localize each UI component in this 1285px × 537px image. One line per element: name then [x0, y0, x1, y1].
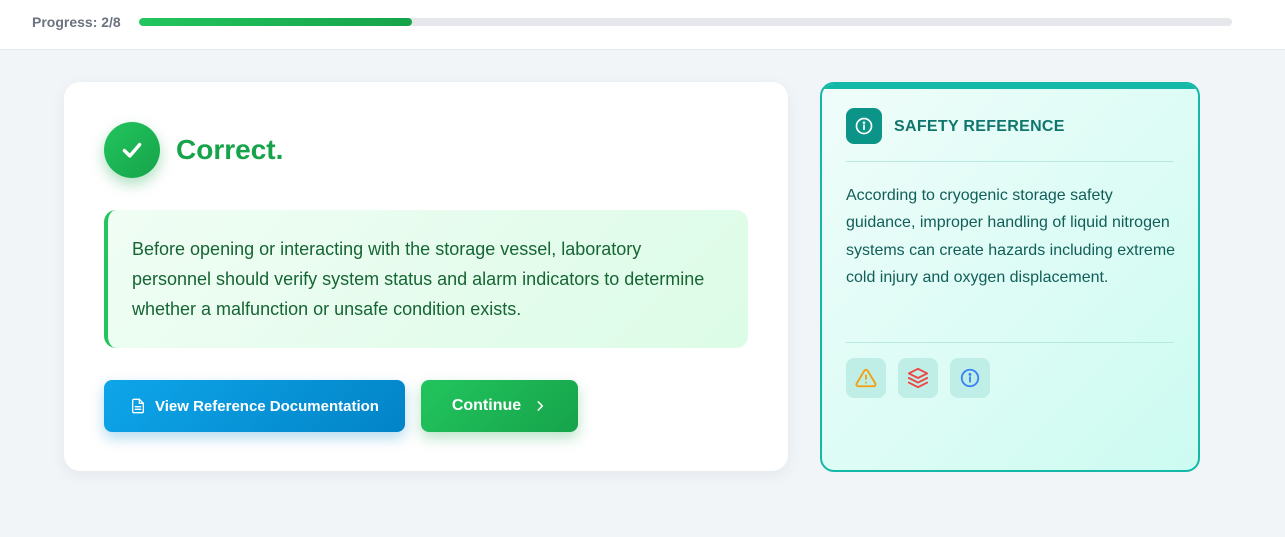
safety-reference-title: SAFETY REFERENCE: [894, 118, 1065, 135]
check-icon: [104, 122, 160, 178]
info-icon[interactable]: [950, 358, 990, 398]
progress-header: Progress: 2/8: [0, 0, 1285, 50]
explanation-text: Before opening or interacting with the s…: [132, 239, 705, 319]
safety-reference-text: According to cryogenic storage safety gu…: [846, 187, 1176, 286]
feedback-card: Correct. Before opening or interacting w…: [64, 82, 788, 471]
divider: [846, 161, 1174, 162]
continue-button[interactable]: Continue: [421, 380, 578, 432]
view-reference-label: View Reference Documentation: [155, 397, 379, 415]
progress-label: Progress: 2/8: [32, 14, 121, 30]
card-accent-line: [822, 84, 1198, 89]
warning-icon[interactable]: [846, 358, 886, 398]
document-icon: [130, 398, 146, 414]
chevron-right-icon: [533, 399, 547, 413]
progress-bar-fill: [139, 18, 413, 26]
explanation-box: Before opening or interacting with the s…: [104, 210, 748, 348]
layers-icon[interactable]: [898, 358, 938, 398]
progress-bar: [139, 18, 1232, 26]
info-icon: [846, 108, 882, 144]
result-title: Correct.: [176, 134, 284, 165]
safety-reference-card: SAFETY REFERENCE According to cryogenic …: [820, 82, 1200, 472]
continue-label: Continue: [451, 397, 522, 414]
view-reference-button[interactable]: View Reference Documentation: [104, 380, 405, 432]
divider: [846, 342, 1174, 343]
